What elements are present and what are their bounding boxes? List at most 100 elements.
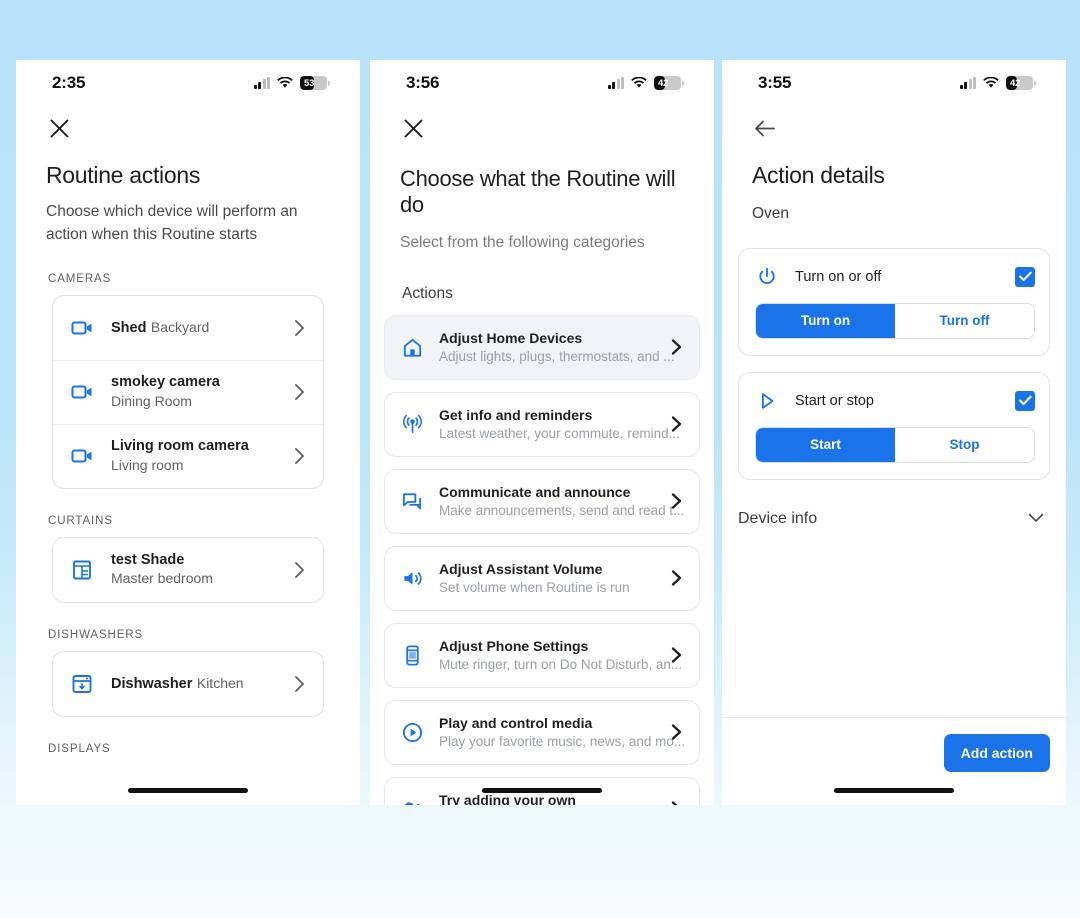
action-card-start-or-stop: Start or stop Start Stop	[738, 371, 1050, 480]
action-card-turn-on-or-off: Turn on or off Turn on Turn off	[738, 247, 1050, 356]
video-camera-icon	[69, 315, 95, 341]
page-title: Action details	[752, 162, 885, 188]
action-category-adjust-assistant-volume[interactable]: Adjust Assistant Volume Set volume when …	[384, 545, 700, 611]
chevron-right-icon	[289, 318, 309, 338]
checkmark-icon	[1018, 396, 1032, 406]
play-triangle-icon	[755, 389, 779, 413]
battery-percentage: 53	[304, 77, 315, 89]
device-name: Dishwasher	[111, 675, 193, 692]
action-subtitle: Set volume when Routine is run	[439, 579, 630, 595]
chevron-right-icon	[665, 414, 687, 434]
wifi-icon	[631, 77, 647, 88]
status-bar-indicators: 42	[959, 76, 1036, 90]
phone-panel-choose-routine-action: 3:56 42 Choose what the Routine will do …	[370, 60, 714, 805]
wifi-icon	[983, 77, 999, 88]
play-circle-icon	[399, 719, 425, 745]
start-stop-segmented-control: Start Stop	[755, 426, 1035, 463]
action-category-get-info-and-reminders[interactable]: Get info and reminders Latest weather, y…	[384, 391, 700, 457]
action-label: Turn on or off	[795, 268, 882, 285]
device-room: Backyard	[150, 318, 210, 335]
home-icon	[399, 334, 425, 360]
back-arrow-icon[interactable]	[750, 113, 780, 143]
cellular-signal-icon	[959, 77, 976, 89]
phone-panel-routine-actions: 2:35 53 Routine actions Choose which dev…	[16, 60, 360, 805]
nav-row	[722, 106, 1066, 150]
battery-icon: 42	[1006, 76, 1036, 90]
action-category-communicate-and-announce[interactable]: Communicate and announce Make announceme…	[384, 468, 700, 534]
chevron-right-icon	[665, 337, 687, 357]
phone-icon	[399, 642, 425, 668]
status-bar: 3:56 42	[370, 60, 714, 106]
wifi-icon	[277, 77, 293, 88]
status-bar-time: 2:35	[52, 73, 86, 92]
device-group-cameras: Shed Backyard smokey camera Dining Room	[52, 294, 324, 489]
start-button[interactable]: Start	[756, 427, 895, 462]
action-enabled-checkbox[interactable]	[1015, 390, 1035, 411]
close-icon[interactable]	[44, 113, 74, 143]
device-row[interactable]: Dishwasher Kitchen	[53, 652, 323, 716]
action-subtitle: Latest weather, your commute, remind...	[439, 425, 680, 441]
action-category-adjust-phone-settings[interactable]: Adjust Phone Settings Mute ringer, turn …	[384, 622, 700, 688]
power-icon	[755, 265, 779, 289]
device-info-expander[interactable]: Device info	[722, 496, 1066, 542]
action-subtitle: Make announcements, send and read t...	[439, 502, 685, 518]
page-title: Choose what the Routine will do	[400, 166, 676, 217]
chevron-right-icon	[665, 491, 687, 511]
cellular-signal-icon	[253, 77, 270, 89]
action-title: Try adding your own	[439, 791, 576, 805]
broadcast-icon	[399, 411, 425, 437]
volume-up-icon	[399, 565, 425, 591]
action-label: Start or stop	[795, 392, 874, 409]
action-category-play-and-control-media[interactable]: Play and control media Play your favorit…	[384, 699, 700, 765]
home-indicator	[128, 788, 248, 793]
action-title: Adjust Phone Settings	[439, 637, 589, 654]
action-card-header: Turn on or off	[755, 265, 1035, 289]
video-camera-icon	[69, 443, 95, 469]
device-row[interactable]: Shed Backyard	[53, 296, 323, 360]
chevron-right-icon	[289, 674, 309, 694]
chevron-right-icon	[289, 382, 309, 402]
device-row[interactable]: Living room camera Living room	[53, 423, 323, 488]
home-indicator	[482, 788, 602, 793]
section-label-dishwashers: DISHWASHERS	[48, 628, 144, 641]
stop-button[interactable]: Stop	[895, 427, 1034, 462]
device-group-curtains: test Shade Master bedroom	[52, 536, 324, 603]
device-name-subtitle: Oven	[752, 205, 790, 222]
action-subtitle: Play your favorite music, news, and mo..…	[439, 733, 686, 749]
page-subtitle: Select from the following categories	[400, 234, 645, 251]
phone-panel-action-details: 3:55 42 Action details Oven Turn on or o…	[722, 60, 1066, 805]
device-row[interactable]: smokey camera Dining Room	[53, 359, 323, 424]
action-title: Communicate and announce	[439, 483, 631, 500]
chevron-right-icon	[665, 568, 687, 588]
action-title: Adjust Assistant Volume	[439, 560, 603, 577]
video-camera-icon	[69, 379, 95, 405]
cellular-signal-icon	[607, 77, 624, 89]
dishwasher-icon	[69, 671, 95, 697]
nav-row	[370, 106, 714, 150]
action-enabled-checkbox[interactable]	[1015, 266, 1035, 287]
turn-on-button[interactable]: Turn on	[756, 303, 895, 338]
turn-off-button[interactable]: Turn off	[895, 303, 1034, 338]
close-icon[interactable]	[398, 113, 428, 143]
chevron-down-icon	[1028, 510, 1044, 528]
battery-icon: 53	[300, 76, 330, 90]
action-title: Play and control media	[439, 714, 593, 731]
home-indicator	[834, 788, 954, 793]
device-info-label: Device info	[738, 509, 818, 527]
page-subtitle: Choose which device will perform an acti…	[46, 203, 298, 243]
add-action-button[interactable]: Add action	[943, 734, 1050, 772]
status-bar-time: 3:56	[406, 73, 440, 92]
device-name: smokey camera	[111, 374, 220, 391]
battery-percentage: 42	[1010, 77, 1021, 89]
assistant-sparkle-icon	[399, 796, 425, 805]
status-bar: 2:35 53	[16, 60, 360, 106]
device-row[interactable]: test Shade Master bedroom	[53, 538, 323, 602]
section-label-curtains: CURTAINS	[48, 514, 113, 527]
checkmark-icon	[1018, 272, 1032, 282]
page-title: Routine actions	[46, 162, 201, 188]
action-category-adjust-home-devices[interactable]: Adjust Home Devices Adjust lights, plugs…	[384, 314, 700, 380]
chevron-right-icon	[665, 799, 687, 805]
device-room: Dining Room	[111, 392, 192, 409]
device-name: test Shade	[111, 551, 185, 568]
chevron-right-icon	[665, 645, 687, 665]
